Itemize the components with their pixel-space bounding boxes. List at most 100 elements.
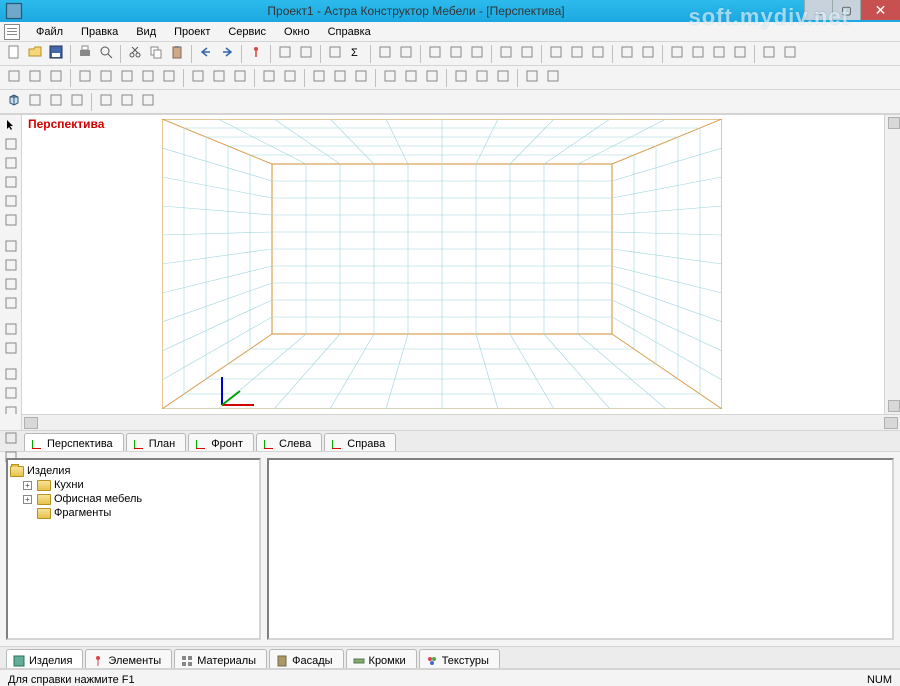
box1-button[interactable]	[375, 44, 395, 64]
zoomin-button[interactable]	[425, 44, 445, 64]
align2-button[interactable]	[25, 68, 45, 88]
tab-right[interactable]: Справа	[324, 433, 396, 451]
menu-file[interactable]: Файл	[28, 24, 71, 40]
zoomfit-button[interactable]	[467, 44, 487, 64]
menu-project[interactable]: Проект	[166, 24, 218, 40]
preview-button[interactable]	[96, 44, 116, 64]
snap2-button[interactable]	[401, 68, 421, 88]
pan-button[interactable]	[496, 44, 516, 64]
sel2-button[interactable]	[543, 68, 563, 88]
save-button[interactable]	[46, 44, 66, 64]
tree-item[interactable]: + Кухни	[10, 478, 257, 492]
panel3-button[interactable]	[138, 92, 158, 112]
misc2-button[interactable]	[780, 44, 800, 64]
document-icon[interactable]	[4, 24, 20, 40]
layer3-button[interactable]	[351, 68, 371, 88]
tab-edges[interactable]: Кромки	[346, 649, 417, 668]
tab-perspective[interactable]: Перспектива	[24, 433, 124, 451]
torus-button[interactable]	[67, 92, 87, 112]
align3-button[interactable]	[46, 68, 66, 88]
target-button[interactable]	[517, 44, 537, 64]
win3-button[interactable]	[588, 44, 608, 64]
menu-window[interactable]: Окно	[276, 24, 318, 40]
grid1-button[interactable]	[275, 44, 295, 64]
menu-edit[interactable]: Правка	[73, 24, 126, 40]
mat1-button[interactable]	[617, 44, 637, 64]
tab-materials[interactable]: Материалы	[174, 649, 267, 668]
tab-products[interactable]: Изделия	[6, 649, 83, 668]
vertical-scrollbar[interactable]	[884, 115, 900, 414]
minimize-button[interactable]: _	[804, 0, 832, 20]
grp1-button[interactable]	[451, 68, 471, 88]
tool4-button[interactable]	[730, 44, 750, 64]
scissors-button[interactable]	[2, 193, 20, 211]
menu-view[interactable]: Вид	[128, 24, 164, 40]
sel1-button[interactable]	[522, 68, 542, 88]
tool3-button[interactable]	[709, 44, 729, 64]
grid2-button[interactable]	[296, 44, 316, 64]
close-button[interactable]: ✕	[860, 0, 900, 20]
tab-textures[interactable]: Текстуры	[419, 649, 500, 668]
undo-button[interactable]	[196, 44, 216, 64]
tab-front[interactable]: Фронт	[188, 433, 254, 451]
pointer-button[interactable]	[2, 117, 20, 135]
mat2-button[interactable]	[638, 44, 658, 64]
misc1-button[interactable]	[759, 44, 779, 64]
cube-button[interactable]	[4, 92, 24, 112]
paste-button[interactable]	[167, 44, 187, 64]
line-button[interactable]	[2, 136, 20, 154]
tab-elements[interactable]: Элементы	[85, 649, 172, 668]
arr2-button[interactable]	[280, 68, 300, 88]
tool2-button[interactable]	[688, 44, 708, 64]
distr2-button[interactable]	[96, 68, 116, 88]
tab-left[interactable]: Слева	[256, 433, 322, 451]
horizontal-scrollbar[interactable]	[22, 414, 900, 430]
grp3-button[interactable]	[493, 68, 513, 88]
open-button[interactable]	[25, 44, 45, 64]
tree-item[interactable]: + Офисная мебель	[10, 492, 257, 506]
tree-panel[interactable]: Изделия + Кухни + Офисная мебель Фрагмен…	[6, 458, 261, 640]
rect-button[interactable]	[2, 155, 20, 173]
preview-panel[interactable]	[267, 458, 894, 640]
m2-button[interactable]	[2, 385, 20, 403]
grp2-button[interactable]	[472, 68, 492, 88]
viewport[interactable]: Перспектива	[22, 115, 900, 414]
align1-button[interactable]	[4, 68, 24, 88]
rectfill-button[interactable]	[2, 174, 20, 192]
print-button[interactable]	[75, 44, 95, 64]
pin-button[interactable]	[246, 44, 266, 64]
dim1-button[interactable]	[2, 238, 20, 256]
maximize-button[interactable]: ▢	[832, 0, 860, 20]
measure-button[interactable]	[325, 44, 345, 64]
arr1-button[interactable]	[259, 68, 279, 88]
win1-button[interactable]	[546, 44, 566, 64]
redo-button[interactable]	[217, 44, 237, 64]
tab-plan[interactable]: План	[126, 433, 187, 451]
tree-item[interactable]: Фрагменты	[10, 506, 257, 520]
distr4-button[interactable]	[138, 68, 158, 88]
flip1-button[interactable]	[188, 68, 208, 88]
expand-icon[interactable]: +	[23, 495, 32, 504]
expand-icon[interactable]: +	[23, 481, 32, 490]
cross-button[interactable]	[2, 212, 20, 230]
rot2-button[interactable]	[2, 340, 20, 358]
scroll-right-icon[interactable]	[884, 417, 898, 429]
win2-button[interactable]	[567, 44, 587, 64]
flip2-button[interactable]	[209, 68, 229, 88]
new-button[interactable]	[4, 44, 24, 64]
distr3-button[interactable]	[117, 68, 137, 88]
distr5-button[interactable]	[159, 68, 179, 88]
cyl-button[interactable]	[25, 92, 45, 112]
layer1-button[interactable]	[309, 68, 329, 88]
snap3-button[interactable]	[422, 68, 442, 88]
distr1-button[interactable]	[75, 68, 95, 88]
menu-service[interactable]: Сервис	[220, 24, 274, 40]
cone-button[interactable]	[46, 92, 66, 112]
m1-button[interactable]	[2, 366, 20, 384]
cut-button[interactable]	[125, 44, 145, 64]
dim2-button[interactable]	[2, 257, 20, 275]
tree-root[interactable]: Изделия	[10, 464, 257, 478]
menu-help[interactable]: Справка	[320, 24, 379, 40]
zoomout-button[interactable]	[446, 44, 466, 64]
tab-facades[interactable]: Фасады	[269, 649, 343, 668]
